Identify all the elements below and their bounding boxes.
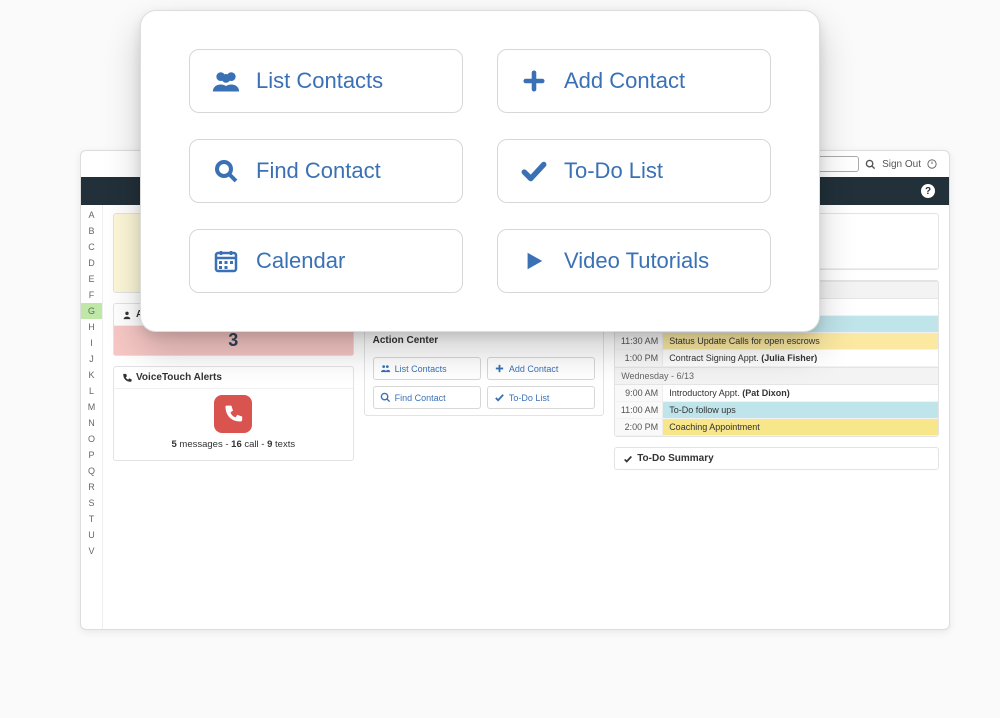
todo-summary-title: To-Do Summary: [637, 453, 714, 464]
users-icon: [212, 69, 240, 93]
alpha-letter[interactable]: I: [90, 335, 93, 351]
alpha-letter[interactable]: C: [88, 239, 95, 255]
mini-list-contacts-button[interactable]: List Contacts: [373, 357, 481, 380]
quick-actions-overlay: List Contacts Add Contact Find Contact T…: [140, 10, 820, 332]
plus-icon: [520, 70, 548, 92]
check-icon: [494, 392, 505, 403]
schedule-time: 1:00 PM: [615, 350, 663, 366]
alpha-letter[interactable]: S: [88, 495, 94, 511]
sign-out-icon[interactable]: [927, 159, 937, 169]
schedule-row[interactable]: 2:00 PMCoaching Appointment: [615, 419, 938, 436]
voicetouch-panel[interactable]: VoiceTouch Alerts 5 messages - 16 call -…: [113, 366, 354, 461]
schedule-item: Contract Signing Appt. (Julia Fisher): [663, 350, 938, 366]
video-tutorials-label: Video Tutorials: [564, 248, 709, 274]
schedule-time: 11:00 AM: [615, 402, 663, 418]
mini-find-contact-button[interactable]: Find Contact: [373, 386, 481, 409]
alpha-letter[interactable]: R: [88, 479, 95, 495]
alpha-letter[interactable]: G: [81, 303, 102, 319]
schedule-day-header: Wednesday - 6/13: [615, 367, 938, 385]
schedule-time: 11:30 AM: [615, 333, 663, 349]
mini-todo-list-button[interactable]: To-Do List: [487, 386, 595, 409]
schedule-time: 9:00 AM: [615, 385, 663, 401]
search-icon: [380, 392, 391, 403]
search-icon: [212, 159, 240, 183]
alpha-letter[interactable]: B: [88, 223, 94, 239]
help-icon[interactable]: ?: [921, 184, 935, 198]
alpha-letter[interactable]: U: [88, 527, 95, 543]
mini-add-contact-button[interactable]: Add Contact: [487, 357, 595, 380]
person-icon: [122, 310, 132, 320]
voicetouch-title: VoiceTouch Alerts: [136, 372, 222, 383]
alpha-letter[interactable]: N: [88, 415, 95, 431]
schedule-item: Coaching Appointment: [663, 419, 938, 435]
calendar-button[interactable]: Calendar: [189, 229, 463, 293]
alpha-letter[interactable]: J: [89, 351, 94, 367]
schedule-item: Status Update Calls for open escrows: [663, 333, 938, 349]
alpha-letter[interactable]: M: [88, 399, 96, 415]
alpha-letter[interactable]: P: [88, 447, 94, 463]
alpha-letter[interactable]: V: [88, 543, 94, 559]
alpha-letter[interactable]: E: [88, 271, 94, 287]
phone-icon: [122, 373, 132, 383]
alpha-letter[interactable]: L: [89, 383, 94, 399]
list-contacts-button[interactable]: List Contacts: [189, 49, 463, 113]
schedule-item: Introductory Appt. (Pat Dixon): [663, 385, 938, 401]
schedule-row[interactable]: 11:00 AMTo-Do follow ups: [615, 402, 938, 419]
alpha-letter[interactable]: T: [89, 511, 95, 527]
alpha-letter[interactable]: F: [89, 287, 95, 303]
action-center-title: Action Center: [373, 335, 439, 346]
play-icon: [520, 249, 548, 273]
schedule-time: 2:00 PM: [615, 419, 663, 435]
find-contact-label: Find Contact: [256, 158, 381, 184]
check-icon: [520, 160, 548, 182]
todo-list-button[interactable]: To-Do List: [497, 139, 771, 203]
schedule-row[interactable]: 11:30 AMStatus Update Calls for open esc…: [615, 333, 938, 350]
check-icon: [623, 454, 633, 464]
add-contact-label: Add Contact: [564, 68, 685, 94]
alpha-letter[interactable]: Q: [88, 463, 95, 479]
alpha-letter[interactable]: K: [88, 367, 94, 383]
voicetouch-summary: 5 messages - 16 call - 9 texts: [114, 439, 353, 450]
schedule-row[interactable]: 9:00 AMIntroductory Appt. (Pat Dixon): [615, 385, 938, 402]
sign-out-link[interactable]: Sign Out: [882, 159, 921, 170]
todo-list-label: To-Do List: [564, 158, 663, 184]
alpha-index-rail: ABCDEFGHIJKLMNOPQRSTUV: [81, 205, 103, 629]
find-contact-button[interactable]: Find Contact: [189, 139, 463, 203]
phone-badge-icon[interactable]: [214, 395, 252, 433]
plus-icon: [494, 363, 505, 374]
alpha-letter[interactable]: D: [88, 255, 95, 271]
action-center-panel: Action Center List Contacts Add Contact: [364, 329, 605, 416]
calendar-icon: [212, 249, 240, 273]
list-contacts-label: List Contacts: [256, 68, 383, 94]
add-contact-button[interactable]: Add Contact: [497, 49, 771, 113]
alpha-letter[interactable]: A: [88, 207, 94, 223]
video-tutorials-button[interactable]: Video Tutorials: [497, 229, 771, 293]
alpha-letter[interactable]: H: [88, 319, 95, 335]
schedule-row[interactable]: 1:00 PMContract Signing Appt. (Julia Fis…: [615, 350, 938, 367]
schedule-item: To-Do follow ups: [663, 402, 938, 418]
alpha-letter[interactable]: O: [88, 431, 95, 447]
search-icon[interactable]: [865, 159, 876, 170]
calendar-label: Calendar: [256, 248, 345, 274]
todo-summary-panel[interactable]: To-Do Summary: [614, 447, 939, 470]
users-icon: [380, 363, 391, 374]
